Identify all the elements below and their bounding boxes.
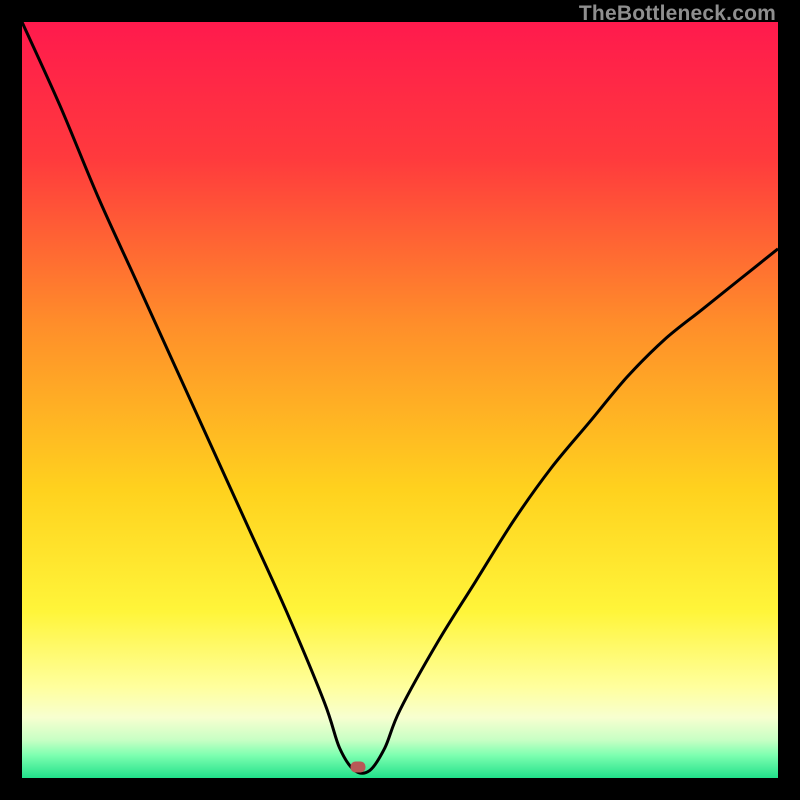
curve-path [22, 22, 778, 773]
watermark-text: TheBottleneck.com [579, 2, 776, 26]
bottleneck-curve [22, 22, 778, 778]
optimal-point-marker [351, 761, 366, 772]
outer-frame: TheBottleneck.com [0, 0, 800, 800]
